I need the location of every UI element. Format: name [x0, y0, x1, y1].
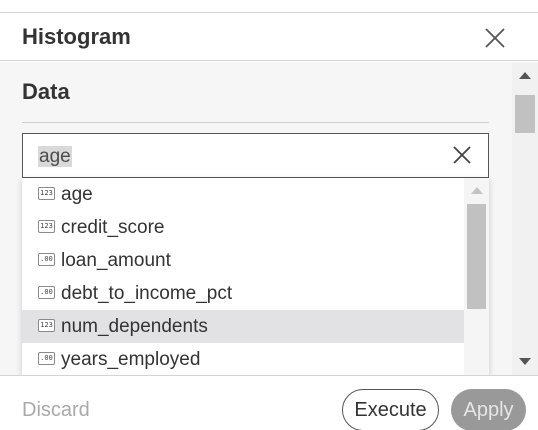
- list-item-label: debt_to_income_pct: [61, 283, 233, 304]
- scroll-down-arrow-icon[interactable]: [519, 358, 531, 365]
- list-item-label: num_dependents: [61, 316, 208, 337]
- list-item[interactable]: 123 credit_score: [22, 211, 464, 244]
- search-input-text[interactable]: age: [38, 146, 72, 167]
- decimal-type-icon: .00: [38, 253, 55, 266]
- top-strip: [0, 0, 538, 13]
- dropdown-scrollbar-thumb[interactable]: [467, 204, 486, 309]
- panel-scrollbar-thumb[interactable]: [515, 95, 535, 133]
- section-title: Data: [22, 79, 70, 104]
- dialog-body: Data age 123 age 123 credit_score .00 lo…: [0, 62, 538, 375]
- decimal-type-icon: .00: [38, 286, 55, 299]
- panel-scrollbar[interactable]: [512, 62, 538, 375]
- dropdown-scrollbar[interactable]: [464, 178, 489, 375]
- list-item[interactable]: .00 years_employed: [22, 343, 464, 375]
- list-item[interactable]: .00 debt_to_income_pct: [22, 277, 464, 310]
- dialog-header: Histogram: [0, 13, 538, 61]
- dialog-footer: Discard Execute Apply: [0, 375, 538, 430]
- list-item-label: years_employed: [61, 349, 201, 370]
- column-search-input[interactable]: age: [22, 133, 489, 178]
- column-dropdown-list: 123 age 123 credit_score .00 loan_amount…: [22, 178, 489, 375]
- scroll-up-arrow-icon[interactable]: [519, 72, 531, 79]
- clear-icon[interactable]: [451, 144, 473, 166]
- integer-type-icon: 123: [38, 319, 55, 332]
- apply-button[interactable]: Apply: [451, 389, 526, 430]
- section-divider: [22, 122, 489, 123]
- list-item-highlighted[interactable]: 123 num_dependents: [22, 310, 464, 343]
- list-item-label: loan_amount: [61, 250, 171, 271]
- execute-button[interactable]: Execute: [342, 389, 439, 430]
- close-icon[interactable]: [483, 26, 507, 50]
- list-item[interactable]: .00 loan_amount: [22, 244, 464, 277]
- list-item[interactable]: 123 age: [22, 178, 464, 211]
- decimal-type-icon: .00: [38, 352, 55, 365]
- list-item-label: age: [61, 184, 93, 205]
- discard-button[interactable]: Discard: [22, 399, 90, 422]
- scroll-up-arrow-icon[interactable]: [471, 187, 483, 194]
- dialog-title: Histogram: [22, 24, 131, 49]
- list-item-label: credit_score: [61, 217, 165, 238]
- integer-type-icon: 123: [38, 220, 55, 233]
- integer-type-icon: 123: [38, 187, 55, 200]
